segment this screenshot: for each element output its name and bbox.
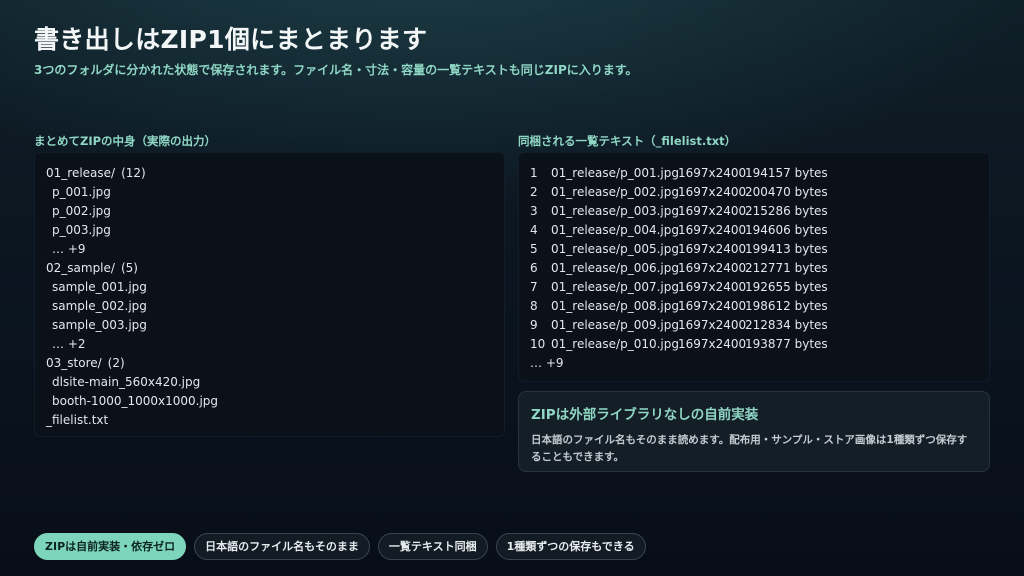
tree-file: sample_002.jpg	[52, 299, 147, 313]
row-number: 5	[530, 242, 538, 256]
tree-file: p_001.jpg	[52, 185, 111, 199]
row-number: 4	[530, 223, 538, 237]
row-number: 8	[530, 299, 538, 313]
row-size: 192655 bytes	[745, 280, 828, 294]
row-path: 01_release/p_002.jpg	[551, 185, 679, 199]
row-size: 200470 bytes	[745, 185, 828, 199]
info-card-title: ZIPは外部ライブラリなしの自前実装	[531, 407, 759, 423]
row-size: 215286 bytes	[745, 204, 828, 218]
row-dimensions: 1697x2400	[678, 318, 747, 332]
info-card-body: 日本語のファイル名もそのまま読めます。配布用・サンプル・ストア画像は1種類ずつ保…	[531, 434, 968, 463]
filelist-row: 8 01_release/p_008.jpg1697x2400198612 byt…	[530, 297, 989, 316]
zip-contents-label: まとめてZIPの中身（実際の出力）	[34, 134, 217, 148]
tree-file: p_002.jpg	[52, 204, 111, 218]
folder-count: (5)	[120, 261, 138, 275]
row-number: 6	[530, 261, 538, 275]
row-path: 01_release/p_008.jpg	[551, 299, 679, 313]
row-dimensions: 1697x2400	[678, 204, 747, 218]
row-path: 01_release/p_003.jpg	[551, 204, 679, 218]
filelist-row: 5 01_release/p_005.jpg1697x2400199413 byt…	[530, 240, 989, 259]
row-dimensions: 1697x2400	[678, 242, 747, 256]
row-dimensions: 1697x2400	[678, 166, 747, 180]
row-path: 01_release/p_004.jpg	[551, 223, 679, 237]
row-dimensions: 1697x2400	[678, 223, 747, 237]
tree-file: dlsite-main_560x420.jpg	[52, 375, 201, 389]
row-number: 7	[530, 280, 538, 294]
filelist-table: 1 01_release/p_001.jpg1697x2400194157 byt…	[519, 153, 989, 373]
row-path: 01_release/p_007.jpg	[551, 280, 679, 294]
row-dimensions: 1697x2400	[678, 337, 747, 351]
filelist-panel: 1 01_release/p_001.jpg1697x2400194157 byt…	[518, 152, 990, 382]
row-number: 10	[530, 337, 546, 351]
row-number: 1	[530, 166, 538, 180]
folder-name: 01_release/	[46, 166, 116, 180]
row-path: 01_release/p_001.jpg	[551, 166, 679, 180]
feature-chips: ZIPは自前実装・依存ゼロ 日本語のファイル名もそのまま 一覧テキスト同梱 1種類ずつ…	[34, 533, 646, 560]
feature-chip[interactable]: 1種類ずつの保存もできる	[495, 533, 646, 560]
tree-file: sample_003.jpg	[52, 318, 147, 332]
folder-count: (2)	[107, 356, 125, 370]
filelist-row: 1 01_release/p_001.jpg1697x2400194157 byt…	[530, 164, 989, 183]
row-dimensions: 1697x2400	[678, 185, 747, 199]
row-size: 194606 bytes	[745, 223, 828, 237]
row-size: 194157 bytes	[745, 166, 828, 180]
row-dimensions: 1697x2400	[678, 261, 747, 275]
info-card: ZIPは外部ライブラリなしの自前実装 日本語のファイル名もそのまま読めます。配布…	[518, 391, 990, 472]
folder-count: (12)	[121, 166, 146, 180]
row-dimensions: 1697x2400	[678, 280, 747, 294]
row-size: 212834 bytes	[745, 318, 828, 332]
page-subtitle: 3つのフォルダに分かれた状態で保存されます。ファイル名・寸法・容量の一覧テキスト…	[34, 63, 638, 77]
page-title: 書き出しはZIP1個にまとまります	[34, 25, 428, 54]
feature-chip[interactable]: 日本語のファイル名もそのまま	[194, 533, 370, 560]
row-size: 199413 bytes	[745, 242, 828, 256]
row-path: 01_release/p_005.jpg	[551, 242, 679, 256]
filelist-row: 6 01_release/p_006.jpg1697x2400212771 byt…	[530, 259, 989, 278]
filelist-more: … +9	[530, 356, 564, 370]
row-size: 212771 bytes	[745, 261, 828, 275]
row-path: 01_release/p_006.jpg	[551, 261, 679, 275]
tree-folder: 03_store/ (2)	[46, 354, 504, 373]
filelist-row: 7 01_release/p_007.jpg1697x2400192655 byt…	[530, 278, 989, 297]
filelist-label: 同梱される一覧テキスト（_filelist.txt）	[518, 134, 737, 148]
tree-file: p_003.jpg	[52, 223, 111, 237]
row-size: 193877 bytes	[745, 337, 828, 351]
row-number: 9	[530, 318, 538, 332]
filelist-row: 2 01_release/p_002.jpg1697x2400200470 byt…	[530, 183, 989, 202]
feature-chip[interactable]: 一覧テキスト同梱	[377, 533, 488, 560]
row-path: 01_release/p_010.jpg	[551, 337, 679, 351]
folder-name: 02_sample/	[46, 261, 115, 275]
zip-contents-panel: 01_release/ (12) p_001.jpg p_002.jpg p_003.j…	[34, 152, 505, 437]
tree-folder: 01_release/ (12)	[46, 164, 504, 183]
filelist-row: 10 01_release/p_010.jpg1697x2400193877 by…	[530, 335, 989, 354]
row-path: 01_release/p_009.jpg	[551, 318, 679, 332]
row-number: 2	[530, 185, 538, 199]
filelist-row: 4 01_release/p_004.jpg1697x2400194606 byt…	[530, 221, 989, 240]
zip-tree: 01_release/ (12) p_001.jpg p_002.jpg p_003.j…	[35, 153, 504, 430]
feature-chip[interactable]: ZIPは自前実装・依存ゼロ	[34, 533, 187, 560]
row-number: 3	[530, 204, 538, 218]
tree-folder: 02_sample/ (5)	[46, 259, 504, 278]
tree-file: sample_001.jpg	[52, 280, 147, 294]
tree-file: _filelist.txt	[46, 413, 109, 427]
tree-file: booth-1000_1000x1000.jpg	[52, 394, 219, 408]
row-dimensions: 1697x2400	[678, 299, 747, 313]
row-size: 198612 bytes	[745, 299, 828, 313]
filelist-row: 3 01_release/p_003.jpg1697x2400215286 byt…	[530, 202, 989, 221]
tree-more: … +9	[52, 242, 86, 256]
tree-more: … +2	[52, 337, 86, 351]
folder-name: 03_store/	[46, 356, 102, 370]
filelist-row: 9 01_release/p_009.jpg1697x2400212834 byt…	[530, 316, 989, 335]
